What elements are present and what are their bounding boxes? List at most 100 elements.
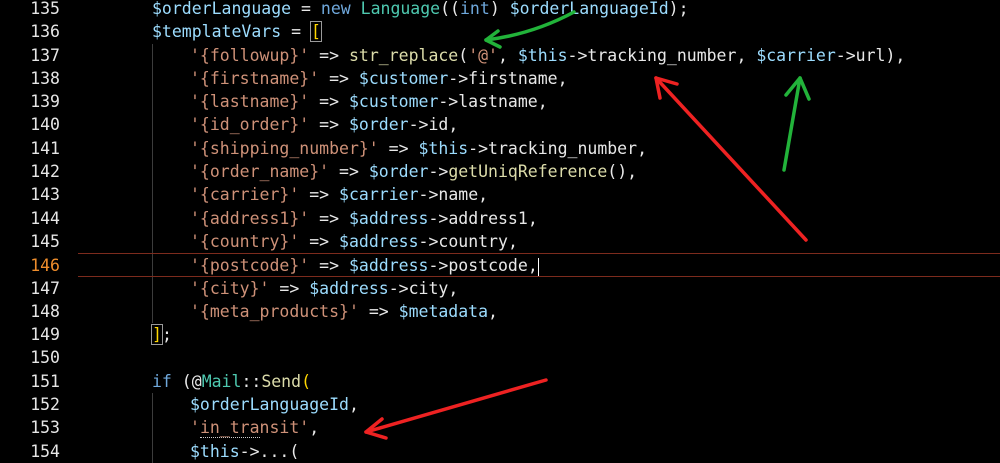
code-text: '{order_name}' => $order->getUniqReferen… (190, 160, 637, 183)
line-number: 148 (30, 301, 60, 321)
code-line[interactable]: 151 if (@Mail::Send( (0, 370, 1000, 393)
code-token: $orderLanguageId (509, 0, 669, 18)
code-token: -> (428, 256, 449, 276)
code-token: -> (835, 45, 856, 65)
code-line[interactable]: 154 $this->...( (0, 439, 1000, 463)
code-token: '{meta_products}' (190, 301, 359, 321)
code-token: => (378, 138, 419, 158)
code-text: 'in_transit', (190, 416, 319, 439)
code-token: $templateVars (152, 22, 282, 42)
code-text: '{country}' => $address->country, (190, 230, 518, 253)
indent-guide (152, 416, 153, 440)
code-token: '{followup}' (190, 45, 310, 65)
code-token: , (448, 278, 459, 298)
code-token: $order (348, 115, 409, 135)
line-number: 141 (30, 138, 60, 158)
code-token: , (507, 231, 518, 251)
code-line[interactable]: 135 $orderLanguage = new Language((int) $… (0, 0, 1000, 20)
code-token: $order (368, 162, 429, 182)
code-token: (), (607, 162, 638, 182)
code-token: -> (428, 162, 449, 182)
code-token: ... (259, 441, 290, 461)
code-line[interactable]: 146 '{postcode}' => $address->postcode, (30, 253, 1000, 277)
code-token: :: (241, 371, 262, 391)
code-line[interactable]: 136 $templateVars = [ (0, 20, 1000, 43)
code-token: $customer (358, 68, 449, 88)
code-token: , (348, 395, 359, 415)
code-token: -> (418, 185, 439, 205)
code-line[interactable]: 150 (0, 346, 1000, 369)
code-token: (( (440, 0, 460, 18)
code-line[interactable]: 140 '{id_order}' => $order->id, (0, 113, 1000, 137)
indent-guide (152, 136, 153, 161)
code-text: if (@Mail::Send( (152, 370, 311, 393)
indent-guide (152, 66, 153, 91)
code-token: '{id_order}' (190, 115, 310, 135)
line-number: 149 (30, 325, 60, 345)
code-text: $orderLanguageId, (190, 393, 359, 416)
code-line[interactable]: 143 '{carrier}' => $carrier->name, (0, 183, 1000, 207)
code-token: ( (171, 371, 192, 391)
code-token: getUniqReference (448, 162, 608, 182)
code-line[interactable]: 139 '{lastname}' => $customer->lastname, (0, 90, 1000, 114)
code-line[interactable]: 153 'in_transit', (0, 416, 1000, 440)
indent-guide (152, 299, 153, 324)
indent-guide (152, 160, 153, 184)
code-token: ( (289, 441, 300, 461)
code-token: Mail (201, 371, 242, 391)
line-number: 153 (30, 418, 60, 438)
code-token: '{country}' (190, 231, 300, 251)
code-token: '{carrier}' (190, 185, 300, 205)
code-text: '{shipping_number}' => $this->tracking_n… (190, 137, 647, 160)
line-number: 150 (30, 348, 60, 368)
code-line[interactable]: 137 '{followup}' => str_replace('@', $thi… (0, 43, 1000, 67)
code-text: '{address1}' => $address->address1, (190, 207, 538, 230)
line-number: 147 (30, 278, 60, 298)
code-line[interactable]: 145 '{country}' => $address->country, (0, 229, 1000, 254)
line-number: 142 (30, 162, 60, 182)
code-token: tracking_number (587, 45, 737, 65)
code-token: country (438, 231, 508, 251)
code-line[interactable]: 148 '{meta_products}' => $metadata, (0, 299, 1000, 324)
code-token: -> (438, 92, 459, 112)
indent-guide (152, 113, 153, 137)
code-token: Language (360, 0, 441, 18)
code-line[interactable]: 138 '{firstname}' => $customer->firstname… (0, 66, 1000, 91)
code-token: -> (567, 45, 588, 65)
indent-guide (152, 439, 153, 463)
code-token: => (309, 208, 349, 228)
indent-guide (152, 393, 153, 417)
code-line[interactable]: 149]; (0, 323, 1000, 346)
code-token: , (488, 301, 498, 321)
code-token: '{city}' (190, 278, 270, 298)
code-text: $templateVars = [ (152, 20, 322, 43)
code-token: , (557, 68, 568, 88)
code-token: , (478, 185, 489, 205)
code-token: -> (388, 278, 409, 298)
code-line[interactable]: 147 '{city}' => $address->city, (0, 276, 1000, 300)
code-line[interactable]: 141 '{shipping_number}' => $this->trackin… (0, 136, 1000, 161)
code-token: in_tra (199, 418, 260, 439)
code-token: = (281, 22, 311, 42)
line-number: 151 (30, 371, 60, 391)
code-text: '{id_order}' => $order->id, (190, 113, 458, 136)
code-token: postcode (448, 256, 528, 276)
code-line[interactable]: 152 $orderLanguageId, (0, 393, 1000, 417)
code-line[interactable]: 142 '{order_name}' => $order->getUniqRefe… (0, 160, 1000, 184)
code-token: '{shipping_number}' (190, 138, 379, 158)
code-token: $address (348, 208, 429, 228)
code-token: => (329, 162, 369, 182)
code-token: => (309, 45, 349, 65)
code-token: '@' (468, 45, 498, 65)
code-text: $this->...( (190, 440, 299, 463)
code-token: $address (339, 231, 419, 251)
code-text: '{lastname}' => $customer->lastname, (190, 90, 548, 113)
code-token: $address (348, 256, 429, 276)
code-token: ), (885, 45, 906, 65)
code-token: , (448, 115, 459, 135)
line-number: 139 (30, 92, 60, 112)
code-line[interactable]: 144 '{address1}' => $address->address1, (0, 206, 1000, 230)
code-editor[interactable]: 135 $orderLanguage = new Language((int) $… (0, 0, 1000, 463)
code-token: , (498, 45, 518, 65)
code-token: tracking_number (488, 138, 638, 158)
